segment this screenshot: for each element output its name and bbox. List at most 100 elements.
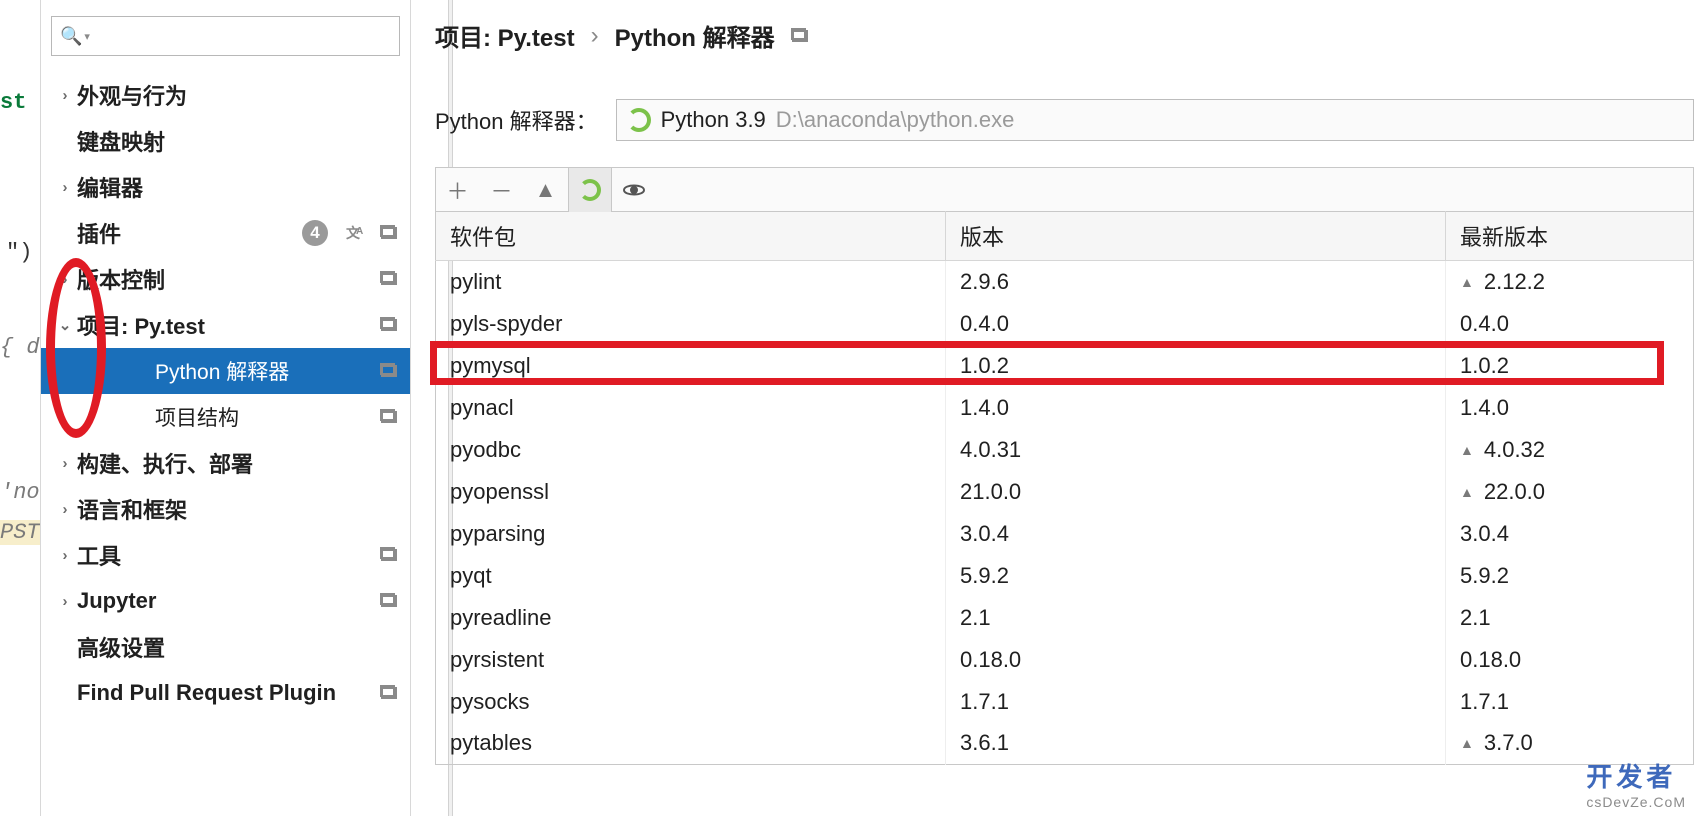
cell-version: 21.0.0 — [946, 471, 1446, 513]
chevron-right-icon: › — [53, 501, 77, 518]
reset-icon — [378, 590, 400, 612]
loading-icon — [627, 108, 651, 132]
table-row[interactable]: pyopenssl21.0.0▲22.0.0 — [436, 471, 1694, 513]
reset-icon — [378, 268, 400, 290]
interpreter-select[interactable]: Python 3.9 D:\anaconda\python.exe — [616, 99, 1694, 141]
settings-sidebar: 🔍 ▾ ›外观与行为键盘映射›编辑器插件4文A›版本控制⌄项目: Py.test… — [41, 0, 411, 816]
sidebar-item[interactable]: 键盘映射 — [41, 118, 410, 164]
cell-version: 1.0.2 — [946, 345, 1446, 387]
table-row[interactable]: pyparsing3.0.43.0.4 — [436, 513, 1694, 555]
table-row[interactable]: pyqt5.9.25.9.2 — [436, 555, 1694, 597]
cell-version: 0.4.0 — [946, 303, 1446, 345]
sidebar-item-label: 高级设置 — [77, 631, 400, 663]
sidebar-item[interactable]: ›外观与行为 — [41, 72, 410, 118]
breadcrumb: 项目: Py.test › Python 解释器 — [435, 18, 1694, 53]
sidebar-item[interactable]: 高级设置 — [41, 624, 410, 670]
sidebar-item[interactable]: ›版本控制 — [41, 256, 410, 302]
reset-icon — [378, 544, 400, 566]
upgrade-available-icon: ▲ — [1460, 735, 1474, 751]
chevron-right-icon: › — [53, 271, 77, 288]
column-version[interactable]: 版本 — [946, 212, 1446, 261]
sidebar-item[interactable]: ›编辑器 — [41, 164, 410, 210]
sidebar-item-label: 插件 — [77, 217, 302, 249]
cell-version: 3.0.4 — [946, 513, 1446, 555]
cell-version: 2.1 — [946, 597, 1446, 639]
watermark-sub: csDevZe.CoM — [1586, 794, 1686, 810]
packages-table: 软件包 版本 最新版本 pylint2.9.6▲2.12.2pyls-spyde… — [435, 211, 1694, 765]
sidebar-item-label: 键盘映射 — [77, 125, 400, 157]
cell-latest: 3.0.4 — [1446, 513, 1694, 555]
upgrade-available-icon: ▲ — [1460, 274, 1474, 290]
sidebar-item[interactable]: Find Pull Request Plugin — [41, 670, 410, 716]
cell-latest: ▲22.0.0 — [1446, 471, 1694, 513]
sidebar-item[interactable]: ›构建、执行、部署 — [41, 440, 410, 486]
table-row[interactable]: pyls-spyder0.4.00.4.0 — [436, 303, 1694, 345]
sidebar-item[interactable]: ⌄项目: Py.test — [41, 302, 410, 348]
breadcrumb-page: Python 解释器 — [615, 18, 775, 53]
gutter-text: st — [0, 90, 26, 115]
sidebar-item[interactable]: ›工具 — [41, 532, 410, 578]
sidebar-item-label: 工具 — [77, 539, 378, 571]
cell-version: 1.7.1 — [946, 681, 1446, 723]
table-header-row: 软件包 版本 最新版本 — [436, 212, 1694, 261]
sidebar-subitem[interactable]: Python 解释器 — [41, 348, 410, 394]
upgrade-available-icon: ▲ — [1460, 484, 1474, 500]
reset-icon — [378, 222, 400, 244]
cell-version: 3.6.1 — [946, 723, 1446, 765]
interpreter-name: Python 3.9 — [661, 107, 766, 133]
upgrade-available-icon: ▲ — [1460, 442, 1474, 458]
chevron-right-icon: › — [53, 455, 77, 472]
table-row[interactable]: pysocks1.7.11.7.1 — [436, 681, 1694, 723]
cell-package: pynacl — [436, 387, 946, 429]
cell-package: pyls-spyder — [436, 303, 946, 345]
chevron-right-icon: › — [53, 547, 77, 564]
cell-package: pytables — [436, 723, 946, 765]
add-package-button[interactable]: ＋ — [436, 168, 480, 212]
cell-package: pyreadline — [436, 597, 946, 639]
cell-package: pyopenssl — [436, 471, 946, 513]
settings-content: 项目: Py.test › Python 解释器 Python 解释器： Pyt… — [411, 0, 1694, 816]
column-latest[interactable]: 最新版本 — [1446, 212, 1694, 261]
refresh-button[interactable] — [568, 168, 612, 212]
search-input[interactable]: 🔍 ▾ — [51, 16, 400, 56]
cell-latest: 0.18.0 — [1446, 639, 1694, 681]
table-row[interactable]: pynacl1.4.01.4.0 — [436, 387, 1694, 429]
reset-icon — [378, 360, 400, 382]
language-icon: 文A — [346, 222, 368, 244]
cell-package: pymysql — [436, 345, 946, 387]
breadcrumb-separator: › — [591, 22, 599, 50]
chevron-right-icon: › — [53, 179, 77, 196]
table-row[interactable]: pylint2.9.6▲2.12.2 — [436, 261, 1694, 303]
interpreter-path: D:\anaconda\python.exe — [776, 107, 1015, 133]
sidebar-item[interactable]: ›语言和框架 — [41, 486, 410, 532]
cell-latest: ▲2.12.2 — [1446, 261, 1694, 303]
badge: 4 — [302, 220, 328, 246]
table-row[interactable]: pyrsistent0.18.00.18.0 — [436, 639, 1694, 681]
column-package[interactable]: 软件包 — [436, 212, 946, 261]
svg-text:A: A — [356, 226, 363, 237]
cell-version: 5.9.2 — [946, 555, 1446, 597]
table-row[interactable]: pymysql1.0.21.0.2 — [436, 345, 1694, 387]
reset-icon[interactable] — [791, 27, 809, 45]
show-early-releases-button[interactable] — [612, 168, 656, 212]
interpreter-label: Python 解释器： — [435, 104, 598, 136]
cell-package: pyodbc — [436, 429, 946, 471]
upgrade-package-button[interactable]: ▲ — [524, 168, 568, 212]
gutter-text: { d — [0, 335, 40, 360]
remove-package-button[interactable]: － — [480, 168, 524, 212]
chevron-down-icon: ⌄ — [53, 316, 77, 334]
table-row[interactable]: pytables3.6.1▲3.7.0 — [436, 723, 1694, 765]
sidebar-item-label: 外观与行为 — [77, 79, 400, 111]
table-row[interactable]: pyreadline2.12.1 — [436, 597, 1694, 639]
sidebar-subitem[interactable]: 项目结构 — [41, 394, 410, 440]
sidebar-item[interactable]: ›Jupyter — [41, 578, 410, 624]
sidebar-item-label: 语言和框架 — [77, 493, 400, 525]
table-row[interactable]: pyodbc4.0.31▲4.0.32 — [436, 429, 1694, 471]
watermark-text: 开发者 — [1586, 762, 1676, 792]
watermark: 开发者 csDevZe.CoM — [1586, 757, 1686, 810]
cell-version: 0.18.0 — [946, 639, 1446, 681]
loading-icon — [579, 179, 601, 201]
breadcrumb-project[interactable]: 项目: Py.test — [435, 18, 575, 53]
sidebar-item[interactable]: 插件4 文A — [41, 210, 410, 256]
cell-latest: 0.4.0 — [1446, 303, 1694, 345]
